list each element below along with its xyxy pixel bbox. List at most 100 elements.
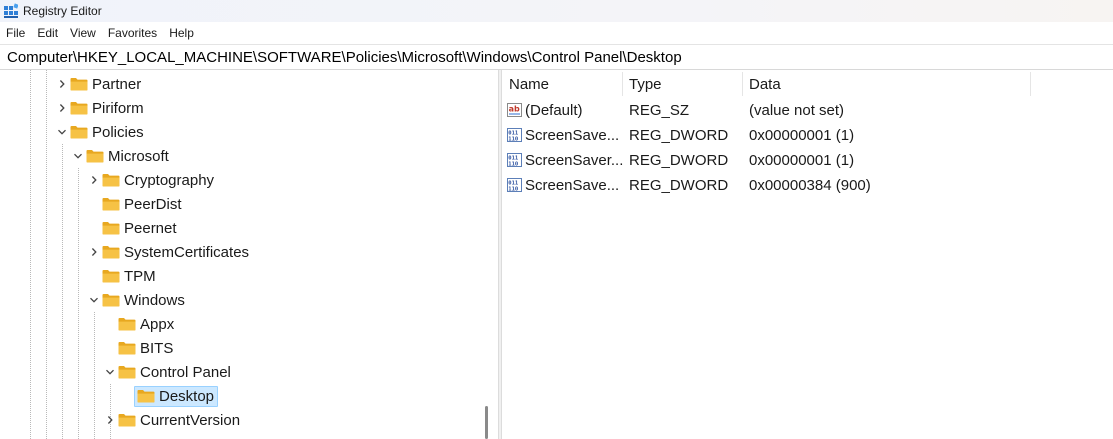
column-divider[interactable] — [742, 72, 743, 96]
value-row[interactable]: 011 110 ScreenSave... REG_DWORD 0x00000384 (… — [502, 173, 1113, 198]
folder-icon — [70, 78, 88, 91]
value-data: 0x00000001 (1) — [749, 152, 855, 169]
value-type: REG_SZ — [629, 102, 690, 119]
column-header-type[interactable]: Type — [629, 70, 662, 96]
key-tree-pane[interactable]: Partner Piriform Policies Microsoft Cryptogr… — [0, 70, 498, 439]
chevron-right-icon[interactable] — [104, 414, 116, 426]
chevron-down-icon[interactable] — [72, 150, 84, 162]
value-name: ScreenSave... — [525, 177, 620, 194]
folder-icon — [102, 246, 120, 259]
folder-icon — [118, 318, 136, 331]
column-header-name[interactable]: Name — [509, 70, 549, 96]
tree-node-label: TPM — [124, 267, 156, 285]
address-path[interactable]: Computer\HKEY_LOCAL_MACHINE\SOFTWARE\Pol… — [7, 49, 682, 66]
folder-icon — [137, 390, 155, 403]
tree-node[interactable]: Cryptography — [88, 168, 214, 192]
tree-guide-line — [46, 70, 47, 439]
chevron-down-icon[interactable] — [56, 126, 68, 138]
menu-edit[interactable]: Edit — [31, 23, 64, 43]
chevron-down-icon[interactable] — [104, 366, 116, 378]
value-row[interactable]: 011 110 ScreenSave... REG_DWORD 0x00000001 (… — [502, 123, 1113, 148]
binary-value-icon: 011110 — [507, 178, 522, 192]
value-type: REG_DWORD — [629, 152, 729, 169]
folder-icon — [102, 270, 120, 283]
value-row[interactable]: ab (Default) REG_SZ (value not set) — [502, 98, 1113, 123]
tree-node[interactable]: Desktop — [120, 384, 219, 408]
values-list-pane[interactable]: Name Type Data ab (Default) REG_SZ (value n… — [502, 70, 1113, 439]
tree-node[interactable]: Microsoft — [72, 144, 169, 168]
svg-text:110: 110 — [508, 136, 518, 142]
column-divider[interactable] — [622, 72, 623, 96]
svg-text:110: 110 — [508, 161, 518, 167]
tree-node-label: Policies — [92, 123, 144, 141]
tree-node[interactable]: Appx — [104, 312, 174, 336]
menu-file[interactable]: File — [0, 23, 31, 43]
chevron-right-icon[interactable] — [88, 174, 100, 186]
menu-favorites[interactable]: Favorites — [102, 23, 163, 43]
menu-help[interactable]: Help — [163, 23, 200, 43]
tree-node[interactable]: CurrentVersion — [104, 408, 240, 432]
folder-icon — [118, 342, 136, 355]
binary-value-icon: 011110 — [507, 128, 522, 142]
tree-node[interactable]: PeerDist — [88, 192, 182, 216]
svg-text:ab: ab — [509, 105, 520, 114]
string-value-icon: ab — [507, 103, 522, 117]
address-bar[interactable]: Computer\HKEY_LOCAL_MACHINE\SOFTWARE\Pol… — [0, 44, 1113, 70]
value-type: REG_DWORD — [629, 177, 729, 194]
column-header-data[interactable]: Data — [749, 70, 781, 96]
menu-view[interactable]: View — [64, 23, 102, 43]
value-data: 0x00000384 (900) — [749, 177, 871, 194]
value-name: (Default) — [525, 102, 583, 119]
tree-node[interactable]: Peernet — [88, 216, 177, 240]
tree-guide-line — [30, 70, 31, 439]
folder-icon — [118, 366, 136, 379]
value-type: REG_DWORD — [629, 127, 729, 144]
tree-node[interactable]: Piriform — [56, 96, 144, 120]
folder-icon — [102, 294, 120, 307]
tree-node[interactable]: TPM — [88, 264, 156, 288]
folder-icon — [102, 198, 120, 211]
tree-node-label: BITS — [140, 339, 174, 357]
tree-node[interactable]: BITS — [104, 336, 173, 360]
tree-node-label: Appx — [140, 315, 175, 333]
tree-scrollbar-thumb[interactable] — [485, 406, 488, 439]
tree-guide-line — [94, 312, 95, 439]
chevron-right-icon[interactable] — [88, 246, 100, 258]
value-row[interactable]: 011 110 ScreenSaver... REG_DWORD 0x00000001 … — [502, 148, 1113, 173]
tree-node-label: Windows — [124, 291, 185, 309]
value-name: ScreenSave... — [525, 127, 620, 144]
chevron-right-icon[interactable] — [56, 102, 68, 114]
tree-guide-line — [78, 168, 79, 439]
tree-node-label: Microsoft — [108, 147, 169, 165]
column-divider[interactable] — [1030, 72, 1031, 96]
tree-node-label: Control Panel — [140, 363, 231, 381]
value-data: 0x00000001 (1) — [749, 127, 855, 144]
chevron-right-icon[interactable] — [56, 78, 68, 90]
value-data: (value not set) — [749, 102, 845, 119]
folder-icon — [102, 222, 120, 235]
title-bar[interactable]: Registry Editor — [0, 0, 1113, 22]
chevron-down-icon[interactable] — [88, 294, 100, 306]
binary-value-icon: 011110 — [507, 153, 522, 167]
folder-icon — [70, 126, 88, 139]
tree-node[interactable]: SystemCertificates — [88, 240, 249, 264]
selected-tree-node[interactable]: Desktop — [134, 385, 219, 407]
tree-node[interactable]: Policies — [56, 120, 144, 144]
tree-node-label: Partner — [92, 75, 142, 93]
tree-node-label: Peernet — [124, 219, 177, 237]
menu-bar: File Edit View Favorites Help — [0, 22, 1113, 44]
folder-icon — [102, 174, 120, 187]
svg-text:110: 110 — [508, 186, 518, 192]
tree-node-label: SystemCertificates — [124, 243, 250, 261]
tree-node[interactable]: Control Panel — [104, 360, 231, 384]
folder-icon — [70, 102, 88, 115]
tree-node-label: CurrentVersion — [140, 411, 241, 429]
list-header: Name Type Data — [502, 70, 1113, 96]
value-name: ScreenSaver... — [525, 152, 624, 169]
folder-icon — [118, 414, 136, 427]
tree-node-label: Piriform — [92, 99, 144, 117]
window-title: Registry Editor — [23, 4, 102, 18]
tree-node[interactable]: Windows — [88, 288, 185, 312]
tree-node[interactable]: Partner — [56, 72, 141, 96]
tree-node-label: Desktop — [159, 387, 215, 405]
